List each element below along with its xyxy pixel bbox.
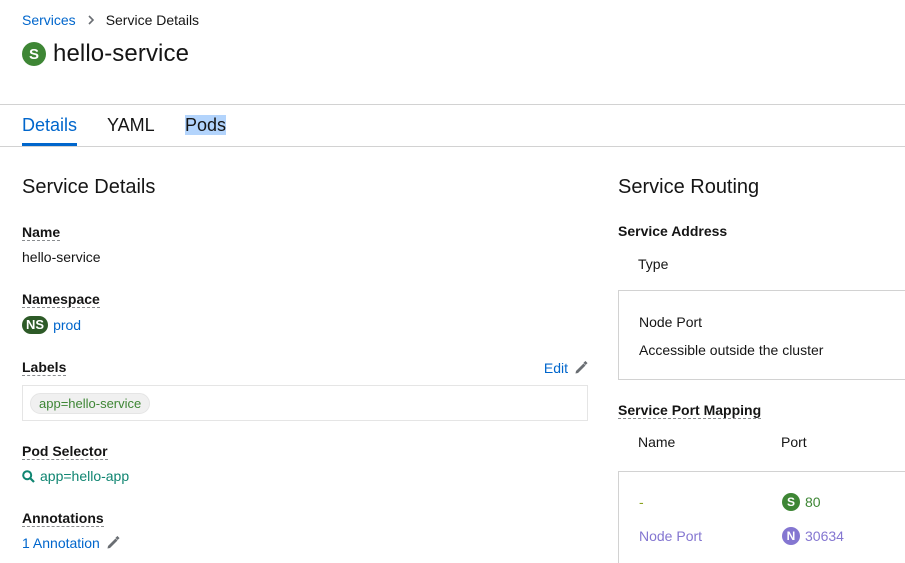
section-heading: Service Routing <box>618 176 760 198</box>
address-type-value: Node Port <box>639 314 703 330</box>
tab-details[interactable]: Details <box>22 115 78 146</box>
mapping-row-port: S 80 <box>782 493 821 511</box>
service-details-section: Service Details Name hello-service Names… <box>22 176 588 551</box>
address-type-header: Type <box>638 256 669 272</box>
breadcrumb-services-link[interactable]: Services <box>22 12 76 28</box>
annotations-label: Annotations <box>22 510 104 527</box>
tab-pods[interactable]: Pods <box>185 115 227 145</box>
pod-selector-link[interactable]: app=hello-app <box>22 468 129 484</box>
service-address-panel: Node Port Accessible outside the cluster <box>618 290 905 380</box>
tab-bar: Details YAML Pods <box>0 104 905 147</box>
service-routing-section: Service Routing Service Address Type Nod… <box>618 176 905 563</box>
section-heading: Service Details <box>22 176 156 198</box>
pencil-icon <box>575 360 588 373</box>
name-value: hello-service <box>22 249 101 265</box>
breadcrumb: Services Service Details <box>22 12 199 28</box>
breadcrumb-current: Service Details <box>105 12 200 28</box>
labels-box: app=hello-service <box>22 385 588 421</box>
mapping-row-port: N 30634 <box>782 527 844 545</box>
label-chip[interactable]: app=hello-service <box>30 392 151 414</box>
labels-label: Labels <box>22 359 67 376</box>
labels-edit-button[interactable]: Edit <box>544 360 588 376</box>
page-title-text: hello-service <box>53 40 190 67</box>
chevron-right-icon <box>88 13 95 28</box>
tab-yaml[interactable]: YAML <box>107 115 155 145</box>
name-label: Name <box>22 224 61 241</box>
pod-selector-label: Pod Selector <box>22 443 108 460</box>
mapping-row-name: Node Port <box>639 528 703 544</box>
port-mapping-label: Service Port Mapping <box>618 402 762 419</box>
pencil-icon <box>107 536 120 549</box>
mapping-row-name: - <box>639 494 644 510</box>
port-mapping-panel: - S 80 Node Port N 30634 <box>618 471 905 563</box>
namespace-label: Namespace <box>22 291 100 308</box>
annotations-link[interactable]: 1 Annotation <box>22 535 120 551</box>
service-badge: S <box>782 493 800 511</box>
address-description: Accessible outside the cluster <box>639 342 824 358</box>
page-title: S hello-service <box>22 40 189 68</box>
node-badge: N <box>782 527 800 545</box>
mapping-name-header: Name <box>638 434 676 450</box>
namespace-badge: NS <box>22 316 49 334</box>
namespace-link[interactable]: prod <box>53 317 81 333</box>
mapping-port-header: Port <box>781 434 807 450</box>
service-badge: S <box>22 42 46 66</box>
search-icon <box>22 469 35 483</box>
service-address-label: Service Address <box>618 223 728 239</box>
